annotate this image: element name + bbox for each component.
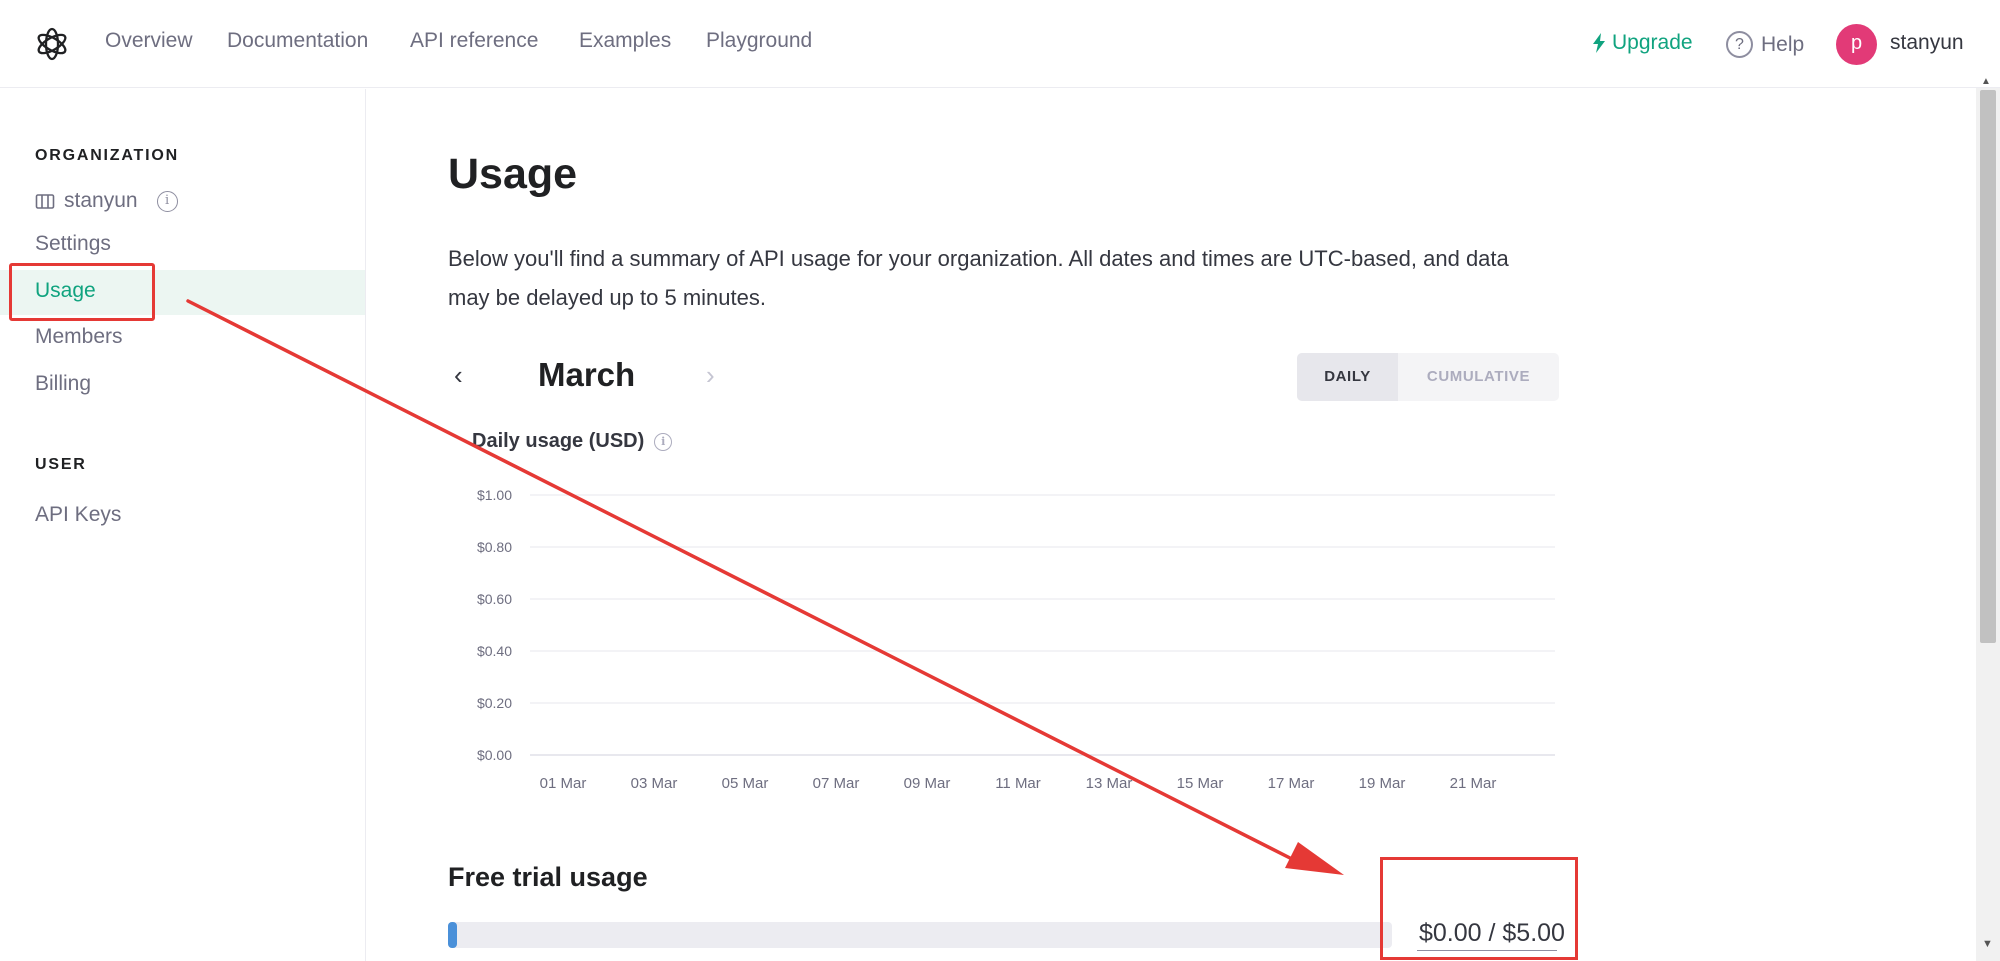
scroll-up-arrow-icon[interactable]: ▲ bbox=[1981, 76, 1991, 87]
page-scrollbar[interactable]: ▲ ▼ bbox=[1976, 76, 2000, 961]
scroll-down-arrow-icon[interactable]: ▼ bbox=[1982, 938, 1993, 950]
scrollbar-thumb[interactable] bbox=[1980, 90, 1996, 643]
annotation-arrow bbox=[186, 299, 1344, 875]
